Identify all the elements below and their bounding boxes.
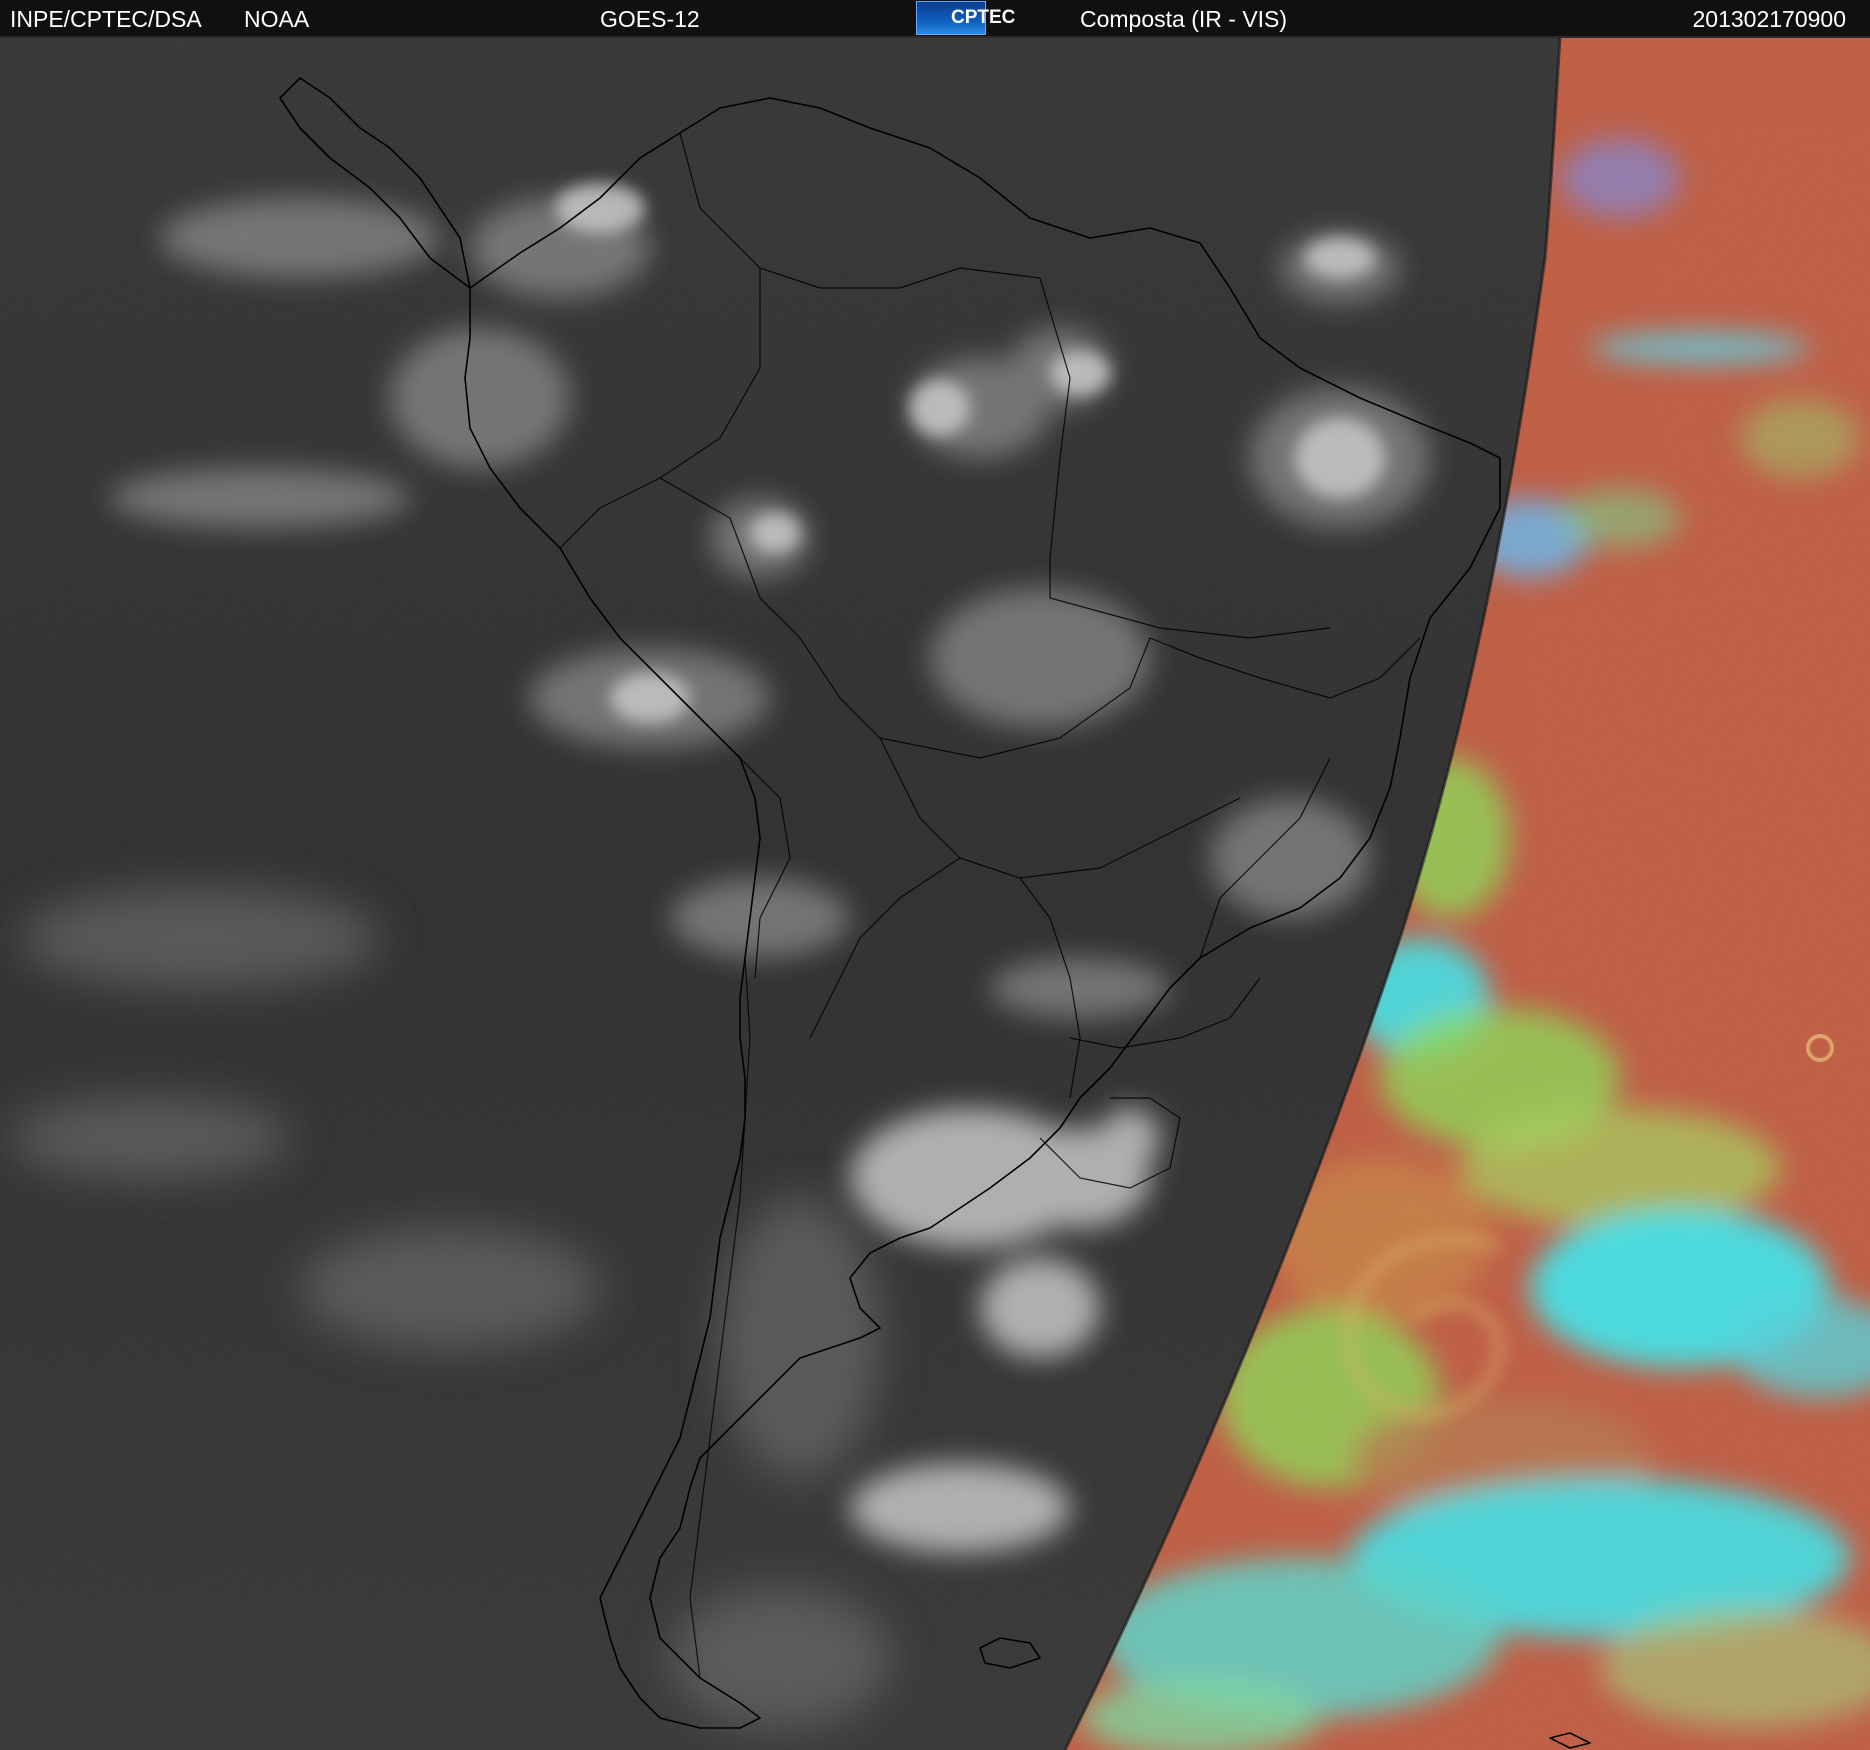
satellite-image xyxy=(0,38,1870,1750)
header-bar: INPE/CPTEC/DSA NOAA GOES-12 CPTEC Compos… xyxy=(0,0,1870,38)
cptec-logo: CPTEC xyxy=(916,1,1015,35)
product-label: Composta (IR - VIS) xyxy=(1080,6,1288,32)
satellite-label: GOES-12 xyxy=(600,6,700,32)
timestamp-label: 201302170900 xyxy=(1692,6,1847,32)
composite-map xyxy=(0,38,1870,1750)
logo-text: CPTEC xyxy=(951,7,1016,28)
agency-label: INPE/CPTEC/DSA xyxy=(10,6,202,32)
partner-label: NOAA xyxy=(244,6,310,32)
